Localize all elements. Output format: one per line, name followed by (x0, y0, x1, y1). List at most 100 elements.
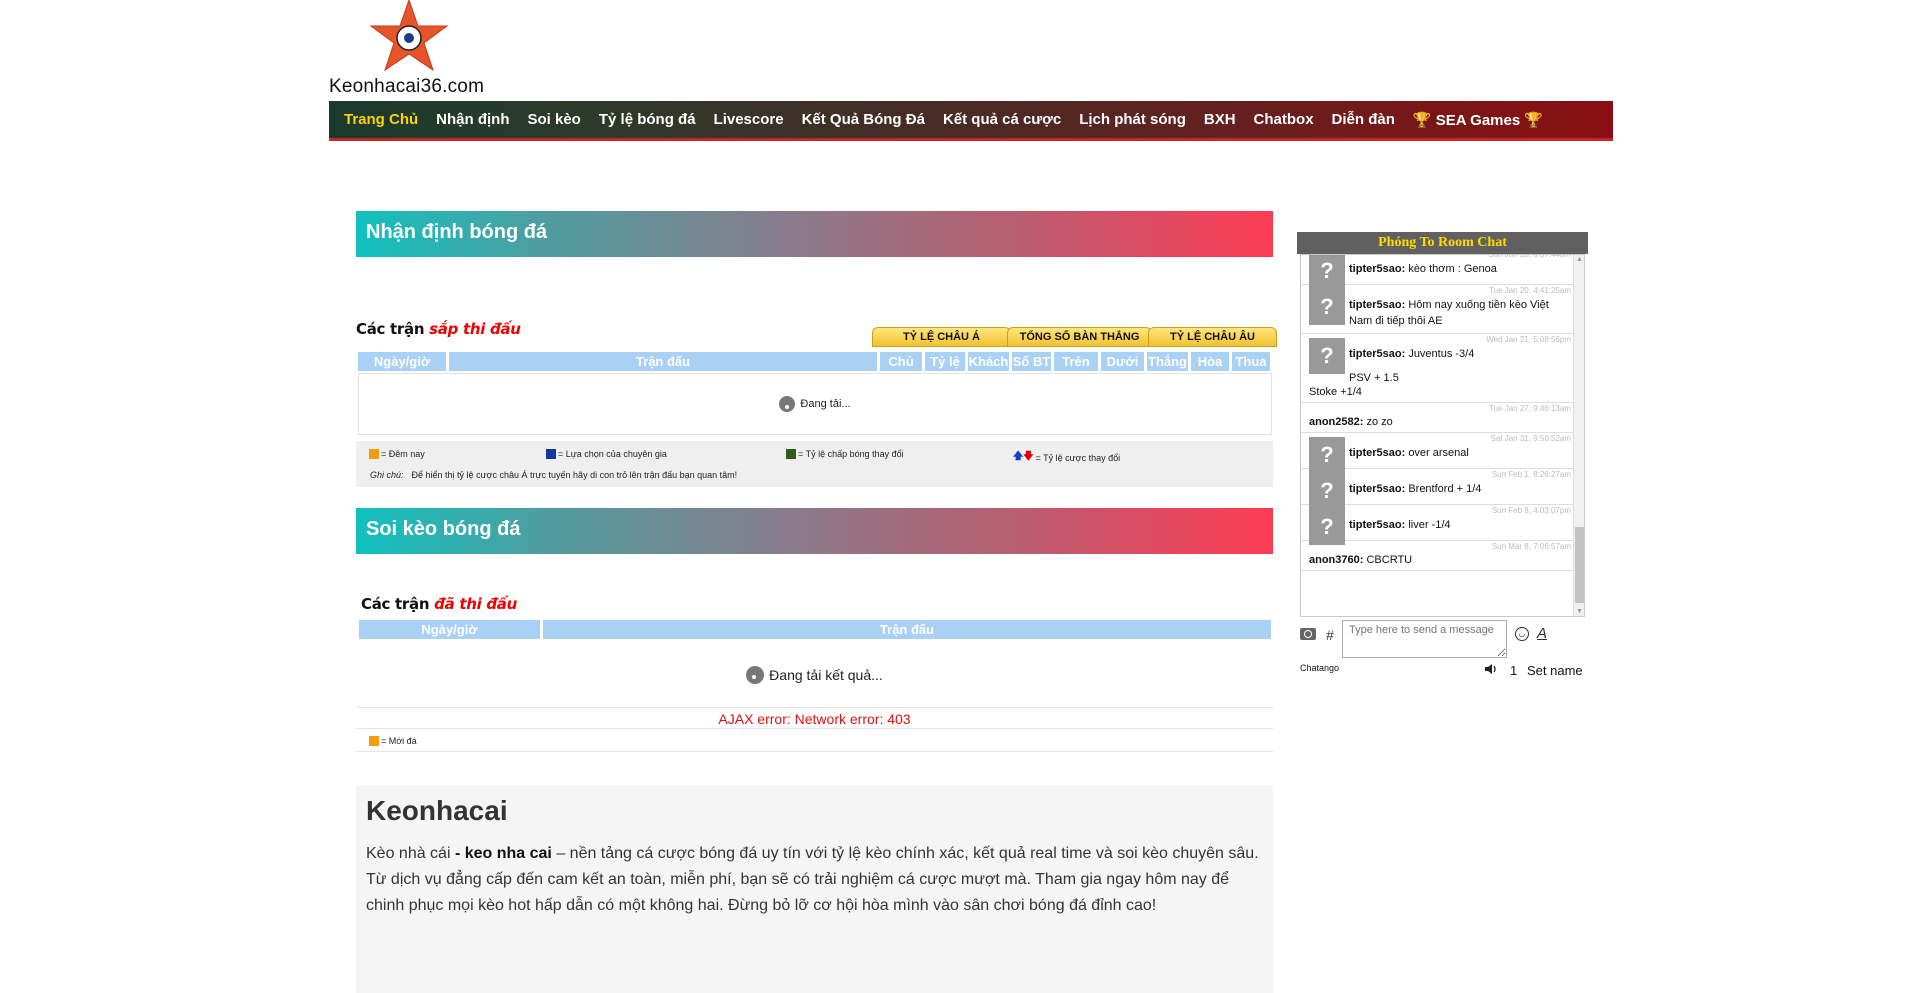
chatango-link[interactable]: Chatango (1300, 663, 1339, 673)
message-username[interactable]: tipter5sao: (1349, 447, 1405, 459)
avatar[interactable]: ? (1309, 289, 1345, 325)
nav-item[interactable]: 🏆 SEA Games 🏆 (1413, 111, 1543, 129)
message-text: kèo thơm : Genoa (1408, 263, 1497, 275)
chat-message-input[interactable] (1342, 620, 1507, 658)
loading-text: Đang tải... (800, 398, 851, 410)
ajax-error-message: AJAX error: Network error: 403 (356, 707, 1273, 729)
message-username[interactable]: tipter5sao: (1349, 519, 1405, 531)
message-timestamp: Tue Jan 27, 9:46:13am (1489, 404, 1571, 413)
camera-icon[interactable] (1300, 628, 1316, 640)
chat-message: Sun Jan 18, 6:37:44am? tipter5sao: kèo th… (1301, 254, 1573, 289)
chat-message: Wed Jan 21, 5:08:56pm? tipter5sao: Juvent… (1301, 334, 1573, 403)
speaker-icon[interactable] (1484, 662, 1498, 676)
hashtag-button[interactable]: # (1326, 627, 1334, 643)
chat-message: Sat Jan 31, 9:50:52am? tipter5sao: over a… (1301, 433, 1573, 473)
col-over: Trên (1054, 352, 1098, 371)
message-username[interactable]: tipter5sao: (1349, 348, 1405, 360)
nav-item[interactable]: Kết quả cá cược (943, 111, 1061, 128)
results-table-header: Ngày/giờ Trận đấu (359, 620, 1274, 639)
about-section: Keonhacai Kèo nhà cái - keo nha cai – nề… (356, 785, 1273, 993)
nav-item[interactable]: Trang Chủ (344, 111, 418, 128)
chat-messages: Sun Jan 18, 6:37:44am? tipter5sao: kèo th… (1300, 254, 1585, 617)
upcoming-table-header: Ngày/giờ Trận đấu Chủ Tỷ lệ Khách Số BT … (358, 352, 1273, 371)
message-text: CBCRTU (1366, 554, 1413, 566)
chat-message: Tue Jan 20, 4:41:25am? tipter5sao: Hôm na… (1301, 285, 1573, 334)
nav-item[interactable]: Soi kèo (528, 111, 581, 128)
avatar[interactable]: ? (1309, 473, 1345, 509)
message-text: Juventus -3/4 (1408, 348, 1475, 360)
chat-message: Sun Feb 1, 8:26:27am? tipter5sao: Brentfo… (1301, 469, 1573, 509)
col-handicap: Tỷ lệ (925, 352, 965, 371)
col-draw: Hòa (1191, 352, 1229, 371)
avatar[interactable]: ? (1309, 509, 1345, 545)
message-username[interactable]: tipter5sao: (1349, 263, 1405, 275)
orange-square-icon (369, 449, 379, 459)
chat-footer: Chatango 1 Set name (1297, 660, 1588, 680)
upcoming-loading: Đang tải... (358, 373, 1272, 435)
message-text: Stoke +1/4 (1309, 386, 1362, 398)
col-datetime: Ngày/giờ (359, 620, 540, 639)
nav-item[interactable]: BXH (1204, 111, 1236, 128)
star-ball-logo-icon (369, 0, 449, 72)
message-timestamp: Sun Mar 8, 7:06:57am (1491, 542, 1571, 551)
message-timestamp: Sun Feb 1, 8:26:27am (1491, 470, 1571, 479)
message-text: Brentford + 1/4 (1408, 483, 1482, 495)
message-text: liver -1/4 (1408, 519, 1451, 531)
results-legend: = Mới đá (356, 731, 1273, 752)
nav-item[interactable]: Kết Quả Bóng Đá (802, 111, 925, 128)
message-text: zo zo (1366, 416, 1393, 428)
message-timestamp: Sun Jan 18, 6:37:44am (1488, 254, 1571, 259)
tab-european-odds[interactable]: TỶ LỆ CHÂU ÂU (1148, 327, 1277, 347)
col-match: Trận đấu (449, 352, 877, 371)
nav-item[interactable]: Chatbox (1254, 111, 1314, 128)
up-arrow-icon: 🡅 (1013, 451, 1024, 462)
avatar[interactable]: ? (1309, 255, 1345, 289)
message-text: over arsenal (1408, 447, 1469, 459)
avatar[interactable]: ? (1309, 437, 1345, 473)
scroll-up-icon[interactable]: ▲ (1576, 256, 1583, 263)
col-datetime: Ngày/giờ (358, 352, 446, 371)
chat-message: Sun Mar 8, 7:06:57am anon3760: CBCRTU (1301, 541, 1573, 571)
emoji-icon[interactable]: ◡ (1515, 627, 1529, 641)
text-format-icon[interactable]: A (1537, 625, 1547, 642)
chat-expand-button[interactable]: Phóng To Room Chat (1297, 232, 1588, 254)
chat-input-row: # ◡ A (1297, 620, 1588, 660)
section-title-nhan-dinh: Nhận định bóng đá (356, 211, 1273, 257)
blue-square-icon (546, 449, 556, 459)
orange-square-icon (369, 736, 379, 746)
legend-odds-change: 🡅 🡇 = Tỷ lệ cược thay đổi (1013, 449, 1120, 466)
user-count: 1 (1510, 663, 1518, 678)
chat-scrollbar[interactable]: ▲ ▼ (1573, 255, 1584, 616)
chat-message: Tue Jan 27, 9:46:13am anon2582: zo zo (1301, 403, 1573, 433)
avatar[interactable]: ? (1309, 338, 1345, 374)
green-square-icon (786, 449, 796, 459)
nav-item[interactable]: Tỷ lệ bóng đá (599, 111, 696, 128)
chat-widget: Phóng To Room Chat Sun Jan 18, 6:37:44am… (1297, 232, 1588, 681)
col-home: Chủ (880, 352, 922, 371)
tab-asian-odds[interactable]: TỶ LỆ CHÂU Á (872, 327, 1011, 347)
about-paragraph: Kèo nhà cái - keo nha cai – nền tảng cá … (366, 845, 1259, 914)
scroll-thumb[interactable] (1575, 527, 1584, 603)
message-username[interactable]: tipter5sao: (1349, 483, 1405, 495)
loading-spinner-icon (746, 666, 765, 684)
set-name-link[interactable]: Set name (1527, 663, 1583, 678)
nav-item[interactable]: Nhận định (436, 111, 509, 128)
site-logo[interactable]: Keonhacai36.com (329, 0, 495, 100)
scroll-down-icon[interactable]: ▼ (1576, 608, 1583, 615)
col-lose: Thua (1232, 352, 1270, 371)
about-title: Keonhacai (366, 795, 508, 826)
down-arrow-icon: 🡇 (1023, 451, 1034, 462)
message-username[interactable]: anon3760: (1309, 554, 1363, 566)
nav-item[interactable]: Diễn đàn (1332, 111, 1395, 128)
message-username[interactable]: anon2582: (1309, 416, 1363, 428)
nav-item[interactable]: Livescore (714, 111, 784, 128)
message-username[interactable]: tipter5sao: (1349, 299, 1405, 311)
loading-spinner-icon (779, 396, 796, 412)
odds-tabs: TỶ LỆ CHÂU Á TỔNG SỐ BÀN THẮNG TỶ LỆ CHÂ… (872, 327, 1277, 347)
nav-item[interactable]: Lịch phát sóng (1079, 111, 1186, 128)
tab-total-goals[interactable]: TỔNG SỐ BÀN THẮNG (1007, 327, 1152, 347)
legend-note: Ghi chú: Để hiển thị tỷ lệ cược châu Á tr… (370, 470, 738, 480)
legend-handicap-change: = Tỷ lệ chấp bóng thay đổi (786, 449, 904, 459)
message-timestamp: Tue Jan 20, 4:41:25am (1489, 286, 1571, 295)
section-title-soi-keo: Soi kèo bóng đá (356, 508, 1273, 554)
